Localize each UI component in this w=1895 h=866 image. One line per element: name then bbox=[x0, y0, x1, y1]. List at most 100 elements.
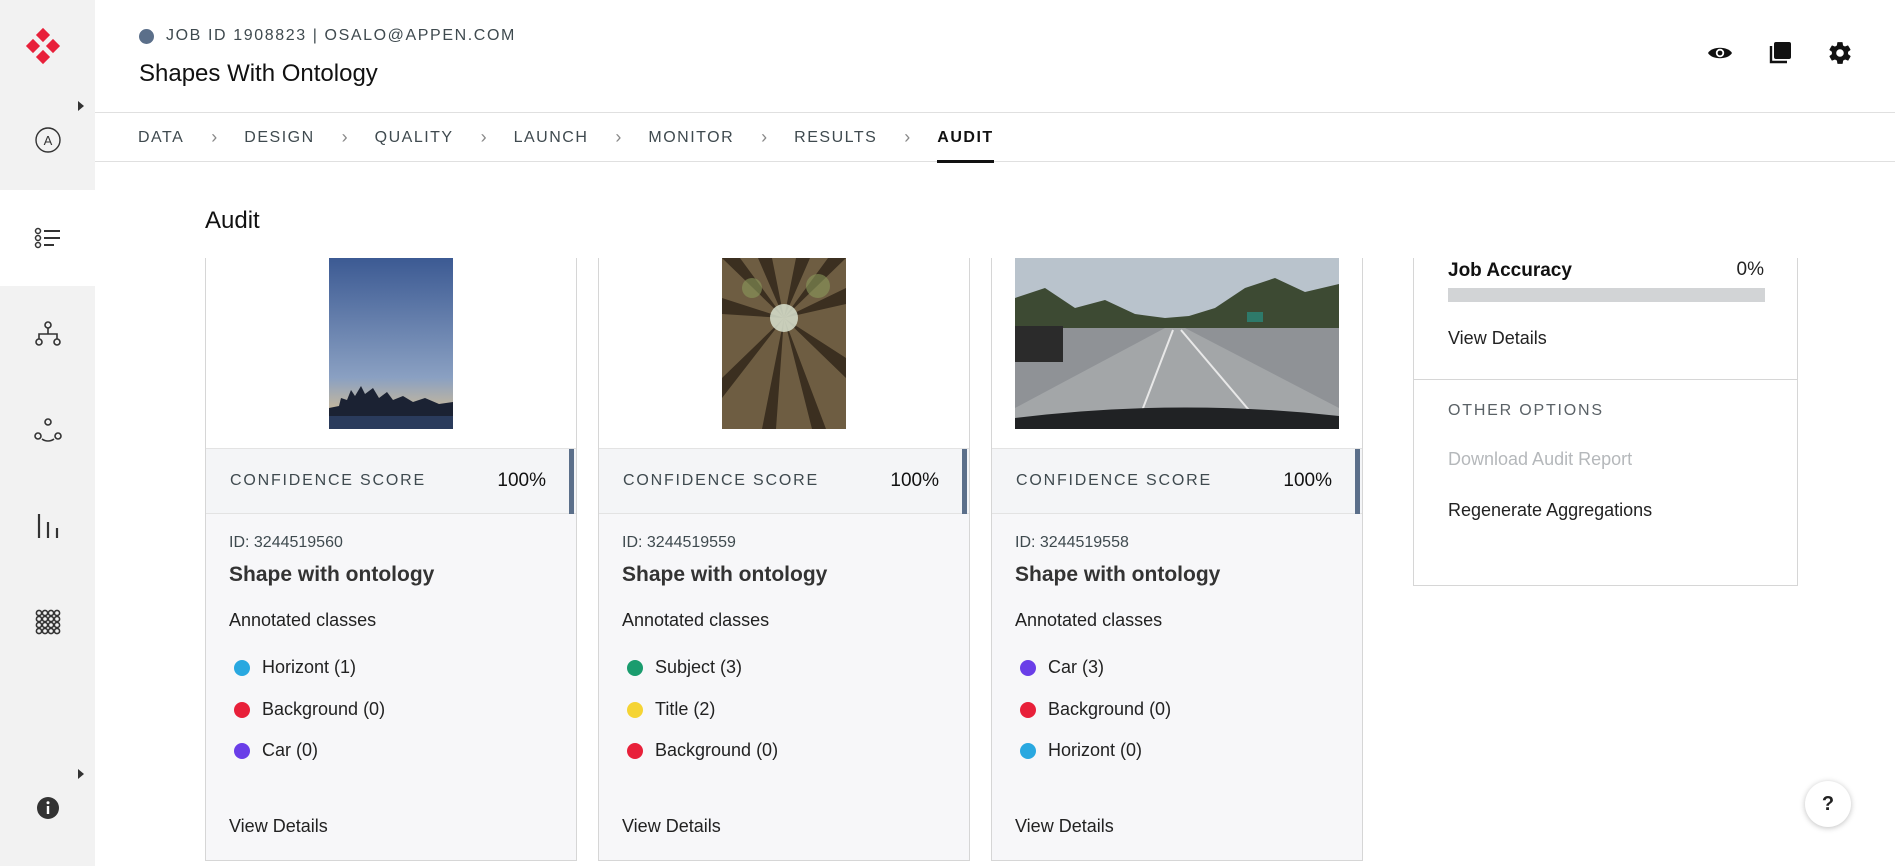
apps-grid-icon bbox=[35, 609, 60, 635]
help-button[interactable]: ? bbox=[1805, 781, 1851, 827]
info-icon bbox=[36, 797, 59, 819]
thumbnail-image[interactable] bbox=[722, 258, 846, 429]
tab-data[interactable]: DATA bbox=[138, 113, 184, 162]
class-color-dot bbox=[234, 701, 250, 718]
class-color-dot bbox=[1020, 742, 1036, 759]
chevron-right-icon: › bbox=[904, 126, 911, 147]
confidence-score-row: CONFIDENCE SCORE 100% bbox=[992, 448, 1362, 515]
regenerate-aggregations-button[interactable]: Regenerate Aggregations bbox=[1448, 500, 1652, 521]
chevron-right-icon: › bbox=[615, 126, 622, 147]
team-icon bbox=[33, 418, 62, 442]
confidence-label: CONFIDENCE SCORE bbox=[230, 472, 426, 489]
thumbnail-image[interactable] bbox=[329, 258, 453, 429]
job-tabs: DATA › DESIGN › QUALITY › LAUNCH › MONIT… bbox=[95, 113, 1895, 163]
chevron-right-icon: › bbox=[480, 126, 487, 147]
job-title: Shapes With Ontology bbox=[139, 60, 378, 87]
workflow-icon bbox=[34, 321, 61, 346]
job-id-text: JOB ID 1908823 | OSALO@APPEN.COM bbox=[166, 27, 516, 44]
chevron-right-icon: › bbox=[761, 126, 768, 147]
tab-design[interactable]: DESIGN bbox=[244, 113, 314, 162]
card-image-area bbox=[599, 258, 969, 448]
audit-card[interactable]: CONFIDENCE SCORE 100% ID: 3244519559 Sha… bbox=[598, 258, 970, 861]
audit-card[interactable]: CONFIDENCE SCORE 100% ID: 3244519560 Sha… bbox=[205, 258, 577, 861]
class-label: Car (0) bbox=[262, 740, 319, 760]
svg-text:A: A bbox=[43, 133, 52, 148]
sidebar-item-team[interactable] bbox=[0, 382, 95, 478]
job-accuracy-panel: Job Accuracy 0% View Details OTHER OPTIO… bbox=[1413, 258, 1798, 586]
class-color-dot bbox=[627, 701, 643, 718]
class-color-dot bbox=[1020, 701, 1036, 718]
sidebar-item-account[interactable]: A bbox=[0, 92, 95, 188]
annotated-classes-label: Annotated classes bbox=[622, 610, 770, 630]
thumbnail-image[interactable] bbox=[1015, 258, 1339, 429]
preview-button[interactable] bbox=[1705, 38, 1735, 68]
sidebar-item-workflows[interactable] bbox=[0, 286, 95, 382]
chevron-right-icon: › bbox=[211, 126, 218, 147]
copy-job-button[interactable] bbox=[1765, 38, 1795, 68]
class-label: Background (0) bbox=[1048, 699, 1172, 719]
confidence-indicator bbox=[569, 449, 574, 515]
confidence-value: 100% bbox=[497, 470, 546, 491]
view-details-link[interactable]: View Details bbox=[229, 816, 328, 837]
class-item: Background (0) bbox=[1020, 699, 1171, 720]
class-item: Background (0) bbox=[627, 740, 778, 761]
card-body: ID: 3244519559 Shape with ontology Annot… bbox=[599, 514, 969, 860]
class-color-dot bbox=[234, 742, 250, 759]
tab-results[interactable]: RESULTS bbox=[794, 113, 877, 162]
jobs-list-icon bbox=[34, 227, 60, 249]
view-details-link[interactable]: View Details bbox=[1015, 816, 1114, 837]
audit-card[interactable]: CONFIDENCE SCORE 100% ID: 3244519558 Sha… bbox=[991, 258, 1363, 861]
sidebar-item-jobs[interactable] bbox=[0, 190, 95, 286]
page-title: Audit bbox=[205, 207, 260, 234]
class-label: Subject (3) bbox=[655, 657, 743, 677]
class-label: Horizont (1) bbox=[262, 657, 357, 677]
class-label: Background (0) bbox=[262, 699, 386, 719]
tab-launch[interactable]: LAUNCH bbox=[514, 113, 589, 162]
sidebar-item-analytics[interactable] bbox=[0, 478, 95, 574]
class-label: Background (0) bbox=[655, 740, 779, 760]
sidebar-item-apps[interactable] bbox=[0, 574, 95, 670]
eye-icon bbox=[1708, 47, 1732, 59]
appen-logo[interactable] bbox=[22, 26, 64, 68]
view-details-link[interactable]: View Details bbox=[622, 816, 721, 837]
confidence-score-row: CONFIDENCE SCORE 100% bbox=[206, 448, 576, 515]
top-actions bbox=[1705, 38, 1855, 68]
other-options-heading: OTHER OPTIONS bbox=[1448, 402, 1604, 419]
tab-quality[interactable]: QUALITY bbox=[375, 113, 454, 162]
class-item: Title (2) bbox=[627, 699, 715, 720]
confidence-label: CONFIDENCE SCORE bbox=[623, 472, 819, 489]
job-status-dot bbox=[139, 28, 154, 44]
class-label: Title (2) bbox=[655, 699, 716, 719]
unit-name: Shape with ontology bbox=[229, 563, 435, 586]
class-item: Horizont (1) bbox=[234, 657, 356, 678]
divider bbox=[1414, 379, 1797, 380]
unit-id: ID: 3244519558 bbox=[1015, 534, 1129, 551]
unit-id: ID: 3244519559 bbox=[622, 534, 736, 551]
sidebar: A bbox=[0, 0, 95, 866]
job-accuracy-value: 0% bbox=[1736, 259, 1764, 280]
sidebar-item-info[interactable] bbox=[0, 760, 95, 856]
class-label: Horizont (0) bbox=[1048, 740, 1143, 760]
unit-id: ID: 3244519560 bbox=[229, 534, 343, 551]
class-color-dot bbox=[1020, 659, 1036, 676]
confidence-indicator bbox=[962, 449, 967, 515]
card-image-area bbox=[206, 258, 576, 448]
confidence-score-row: CONFIDENCE SCORE 100% bbox=[599, 448, 969, 515]
download-audit-report-button[interactable]: Download Audit Report bbox=[1448, 449, 1632, 470]
unit-name: Shape with ontology bbox=[1015, 563, 1221, 586]
job-accuracy-label: Job Accuracy bbox=[1448, 260, 1572, 281]
settings-button[interactable] bbox=[1825, 38, 1855, 68]
annotated-classes-label: Annotated classes bbox=[229, 610, 377, 630]
class-label: Car (3) bbox=[1048, 657, 1105, 677]
class-item: Background (0) bbox=[234, 699, 385, 720]
card-body: ID: 3244519560 Shape with ontology Annot… bbox=[206, 514, 576, 860]
annotated-classes-label: Annotated classes bbox=[1015, 610, 1163, 630]
job-info-line: JOB ID 1908823 | OSALO@APPEN.COM bbox=[139, 27, 516, 45]
class-color-dot bbox=[234, 659, 250, 676]
view-details-link[interactable]: View Details bbox=[1448, 328, 1547, 349]
tab-monitor[interactable]: MONITOR bbox=[648, 113, 734, 162]
unit-name: Shape with ontology bbox=[622, 563, 828, 586]
tab-audit[interactable]: AUDIT bbox=[937, 113, 995, 163]
confidence-indicator bbox=[1355, 449, 1360, 515]
class-item: Car (3) bbox=[1020, 657, 1104, 678]
